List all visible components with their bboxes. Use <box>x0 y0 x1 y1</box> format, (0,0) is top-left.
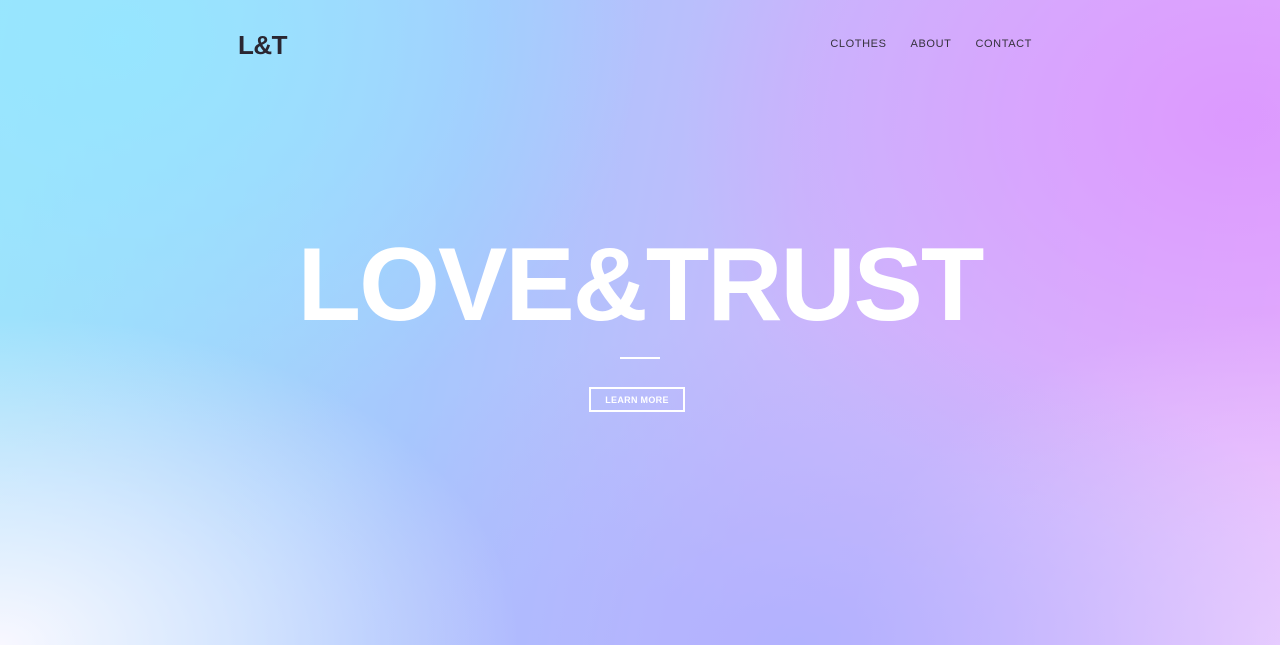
hero-title: LOVE&TRUST <box>297 227 985 343</box>
hero-divider <box>620 357 660 359</box>
nav-link-about[interactable]: ABOUT <box>911 37 952 51</box>
main-nav: CLOTHES ABOUT CONTACT <box>830 37 1032 51</box>
site-header: L&T CLOTHES ABOUT CONTACT <box>0 0 1280 90</box>
site-logo[interactable]: L&T <box>238 30 288 60</box>
nav-link-clothes[interactable]: CLOTHES <box>830 37 886 51</box>
learn-more-button[interactable]: LEARN MORE <box>589 387 685 412</box>
nav-link-contact[interactable]: CONTACT <box>975 37 1032 51</box>
